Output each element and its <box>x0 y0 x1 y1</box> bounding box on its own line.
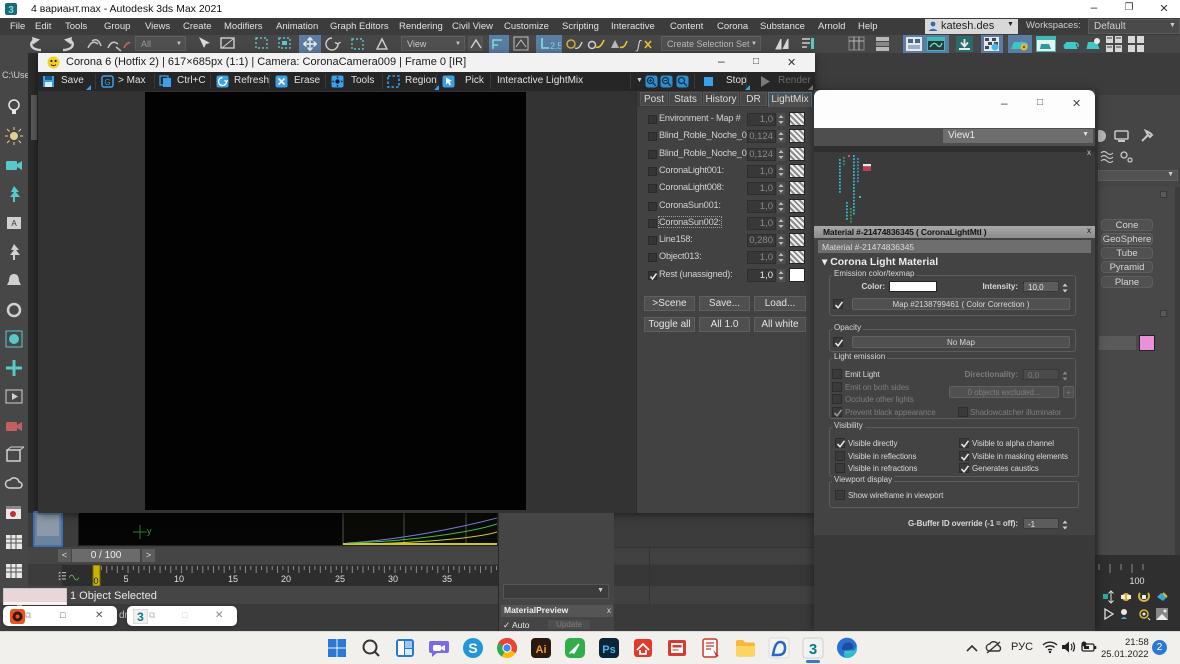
svg-text:20: 20 <box>281 574 291 584</box>
svg-text:30: 30 <box>388 574 398 584</box>
svg-text:ʃ: ʃ <box>635 38 642 52</box>
svg-text:3: 3 <box>137 610 144 624</box>
svg-text:3: 3 <box>8 5 14 16</box>
svg-text:y: y <box>147 526 152 536</box>
svg-text:0: 0 <box>93 576 98 586</box>
svg-text:15: 15 <box>228 574 238 584</box>
svg-text:2.5: 2.5 <box>550 41 561 51</box>
svg-text:Ps: Ps <box>602 644 615 656</box>
svg-text:G: G <box>104 78 110 87</box>
svg-text:35: 35 <box>442 574 452 584</box>
svg-text:10: 10 <box>174 574 184 584</box>
svg-text:S: S <box>468 640 477 656</box>
svg-text:5: 5 <box>123 574 128 584</box>
svg-text:Ai: Ai <box>536 644 547 656</box>
svg-text:100: 100 <box>1129 576 1144 586</box>
svg-text:3: 3 <box>809 641 817 658</box>
svg-text:25: 25 <box>335 574 345 584</box>
svg-text:A: A <box>11 219 17 228</box>
